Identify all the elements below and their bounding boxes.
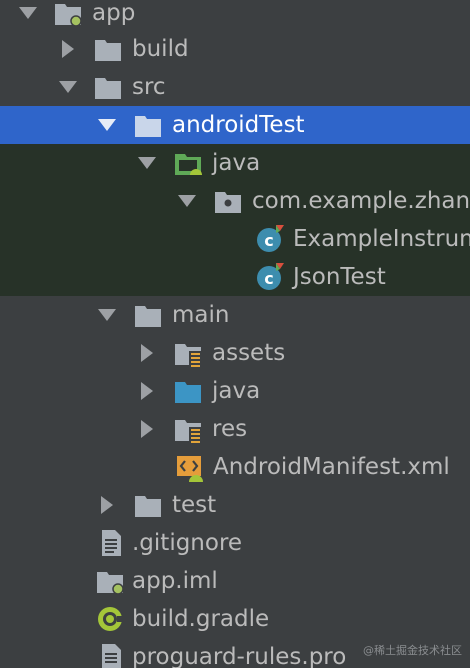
tree-row-android-test-java[interactable]: java (0, 144, 470, 182)
tree-label-assets: assets (212, 340, 286, 366)
tree-row-package[interactable]: com.example.zhangjiaxing (0, 182, 470, 220)
text-file-icon (97, 642, 127, 668)
tree-row-app[interactable]: app (0, 0, 470, 32)
tree-row-android-test[interactable]: androidTest (0, 106, 470, 144)
chevron-right-icon[interactable] (136, 410, 158, 448)
gradle-icon (95, 604, 125, 634)
resource-folder-icon (173, 414, 203, 444)
tree-label-test: test (172, 492, 217, 518)
chevron-right-icon[interactable] (136, 372, 158, 410)
text-file-icon (97, 528, 127, 558)
chevron-down-icon[interactable] (96, 296, 118, 334)
iml-file-icon (95, 566, 125, 596)
tree-label-main: main (172, 302, 230, 328)
folder-icon (133, 300, 163, 330)
chevron-down-icon[interactable] (57, 68, 79, 106)
watermark: @稀土掘金技术社区 (363, 644, 462, 657)
chevron-right-icon[interactable] (96, 486, 118, 524)
tree-label-build: build (132, 36, 189, 62)
chevron-down-icon[interactable] (96, 106, 118, 144)
tree-label-android-test: androidTest (172, 112, 305, 138)
tree-row-gitignore[interactable]: .gitignore (0, 524, 470, 562)
chevron-down-icon[interactable] (17, 0, 39, 32)
tree-label-res: res (212, 416, 248, 442)
svg-text:c: c (264, 269, 273, 288)
tree-label-proguard-rules: proguard-rules.pro (132, 644, 347, 668)
chevron-right-icon[interactable] (57, 30, 79, 68)
class-icon: c (255, 262, 285, 292)
tree-row-res[interactable]: res (0, 410, 470, 448)
source-folder-icon (173, 376, 203, 406)
folder-icon (93, 72, 123, 102)
tree-label-app-iml: app.iml (132, 568, 218, 594)
tree-label-android-test-java: java (212, 150, 261, 176)
tree-row-main[interactable]: main (0, 296, 470, 334)
class-icon: c (255, 224, 285, 254)
tree-label-package: com.example.zhangjiaxing (252, 188, 470, 214)
tree-row-src[interactable]: src (0, 68, 470, 106)
folder-icon (133, 490, 163, 520)
tree-row-json-test[interactable]: c JsonTest (0, 258, 470, 296)
tree-label-example-instrumented-test: ExampleInstrumentedTest (293, 226, 470, 252)
tree-label-android-manifest: AndroidManifest.xml (213, 454, 450, 480)
tree-label-app: app (92, 0, 136, 26)
tree-row-app-iml[interactable]: app.iml (0, 562, 470, 600)
tree-row-android-manifest[interactable]: AndroidManifest.xml (0, 448, 470, 486)
test-source-root-icon (173, 148, 203, 178)
tree-label-build-gradle: build.gradle (132, 606, 270, 632)
tree-row-test[interactable]: test (0, 486, 470, 524)
tree-row-build-gradle[interactable]: build.gradle (0, 600, 470, 638)
svg-text:c: c (264, 231, 273, 250)
package-icon (213, 186, 243, 216)
tree-label-json-test: JsonTest (293, 264, 386, 290)
folder-icon (133, 110, 163, 140)
chevron-down-icon[interactable] (136, 144, 158, 182)
tree-row-example-instrumented-test[interactable]: c ExampleInstrumentedTest (0, 220, 470, 258)
resource-folder-icon (173, 338, 203, 368)
tree-row-build[interactable]: build (0, 30, 470, 68)
module-folder-icon (53, 0, 83, 28)
chevron-down-icon[interactable] (176, 182, 198, 220)
project-tree: app build src androidTest java com.examp… (0, 0, 470, 668)
tree-label-main-java: java (212, 378, 261, 404)
tree-row-assets[interactable]: assets (0, 334, 470, 372)
tree-row-main-java[interactable]: java (0, 372, 470, 410)
folder-icon (93, 34, 123, 64)
tree-label-src: src (132, 74, 166, 100)
tree-label-gitignore: .gitignore (132, 530, 243, 556)
chevron-right-icon[interactable] (136, 334, 158, 372)
manifest-icon (175, 452, 205, 482)
